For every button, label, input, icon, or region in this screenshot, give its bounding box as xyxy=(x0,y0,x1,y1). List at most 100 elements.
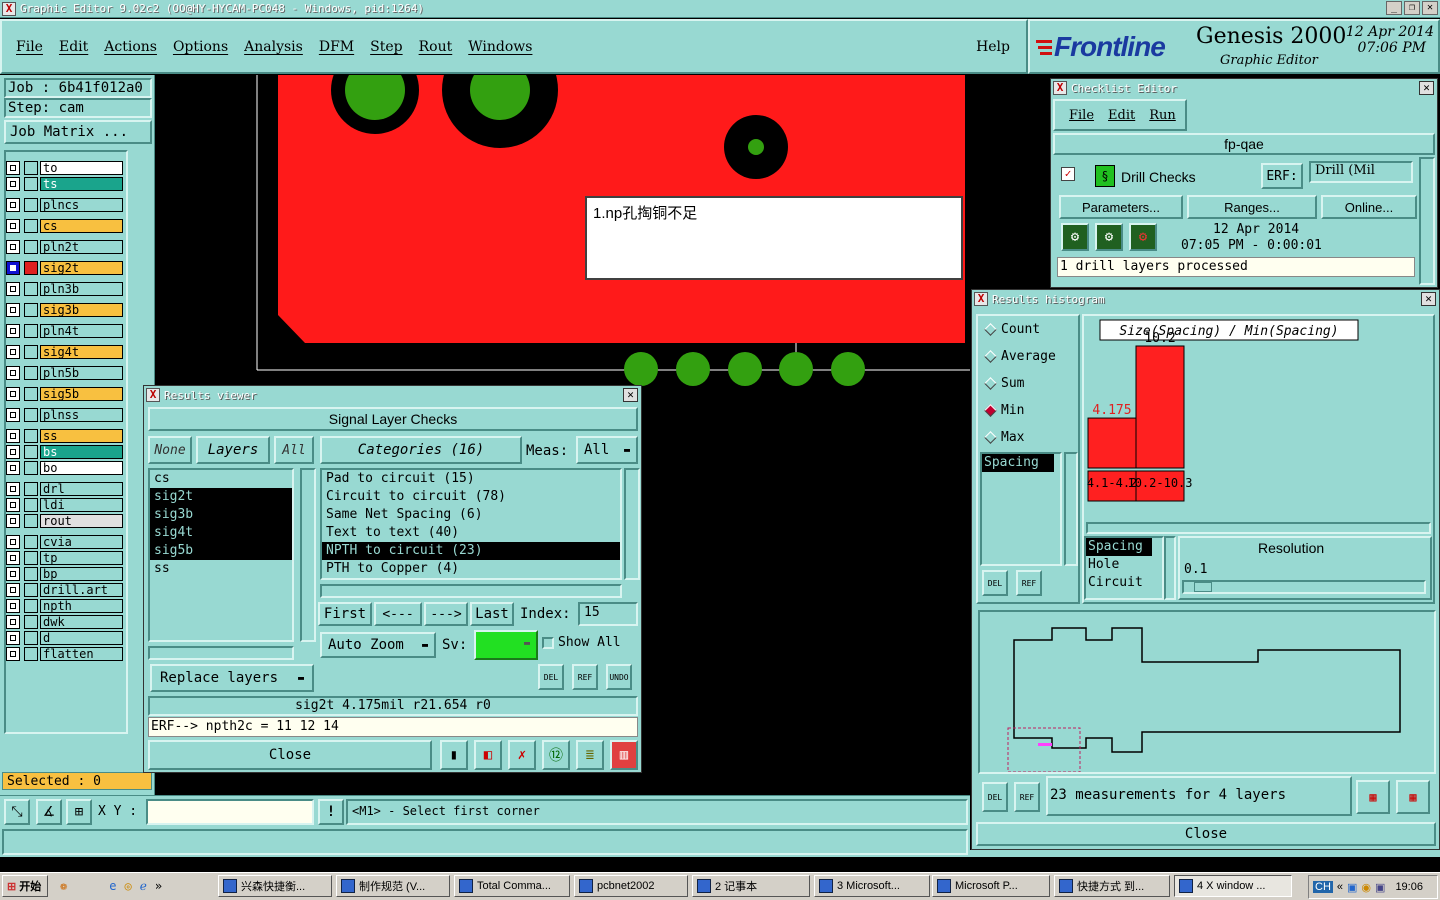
layer-row-npth[interactable]: npth xyxy=(6,598,123,613)
layer-row-drill.art[interactable]: drill.art xyxy=(6,582,123,597)
delete-results-icon[interactable]: ✗ xyxy=(508,740,536,770)
layer-name[interactable]: pln3b xyxy=(40,281,123,296)
checklist-vscroll[interactable] xyxy=(1419,157,1435,285)
restore-icon[interactable]: ❐ xyxy=(1404,1,1420,15)
list-item[interactable]: Spacing xyxy=(1086,538,1152,556)
layer-name[interactable]: plnss xyxy=(40,407,123,422)
layer-color-swatch[interactable] xyxy=(24,407,38,422)
layer-row-ts[interactable]: ts xyxy=(6,176,123,191)
list-item[interactable]: Text to text (40) xyxy=(322,524,620,542)
layer-name[interactable]: dwk xyxy=(40,614,123,629)
list-item[interactable]: Hole xyxy=(1086,556,1162,574)
layer-row-pln3b[interactable]: pln3b xyxy=(6,281,123,296)
del-icon[interactable]: DEL xyxy=(982,782,1008,812)
layer-visibility-checkbox[interactable] xyxy=(6,513,20,528)
layer-color-swatch[interactable] xyxy=(24,598,38,613)
ref-icon[interactable]: REF xyxy=(572,664,598,690)
layer-visibility-checkbox[interactable] xyxy=(6,582,20,597)
erf-field[interactable]: Drill (Mil xyxy=(1309,161,1413,183)
layer-chart-icon[interactable]: ▮ xyxy=(440,740,468,770)
list-item[interactable]: Circuit to circuit (78) xyxy=(322,488,620,506)
layer-color-swatch[interactable] xyxy=(24,386,38,401)
layer-color-swatch[interactable] xyxy=(24,176,38,191)
list-item[interactable]: Spacing xyxy=(982,454,1054,472)
layer-name[interactable]: cvia xyxy=(40,534,123,549)
layer-color-swatch[interactable] xyxy=(24,239,38,254)
layer-name[interactable]: ts xyxy=(40,176,123,191)
list-item[interactable]: PTH to Copper (4) xyxy=(322,560,620,578)
layer-color-swatch[interactable] xyxy=(24,566,38,581)
layer-row-cvia[interactable]: cvia xyxy=(6,534,123,549)
layer-name[interactable]: cs xyxy=(40,218,123,233)
layer-visibility-checkbox[interactable] xyxy=(6,614,20,629)
results-layer-list[interactable]: cs sig2t sig3b sig4t sig5b ss xyxy=(148,468,294,642)
list-item[interactable]: cs xyxy=(150,470,292,488)
layer-visibility-checkbox[interactable] xyxy=(6,176,20,191)
layer-row-plnss[interactable]: plnss xyxy=(6,407,123,422)
taskbar-item[interactable]: pcbnet2002 xyxy=(574,875,688,897)
categories-vscroll[interactable] xyxy=(624,468,640,580)
close-button[interactable]: Close xyxy=(148,740,432,770)
layer-visibility-checkbox[interactable] xyxy=(6,302,20,317)
layer-visibility-checkbox[interactable] xyxy=(6,481,20,496)
layer-name[interactable]: sig3b xyxy=(40,302,123,317)
close-icon[interactable]: ✕ xyxy=(1419,81,1434,95)
histogram-icon[interactable]: ▥ xyxy=(610,740,638,770)
layer-name[interactable]: sig2t xyxy=(40,260,123,275)
menu-rout[interactable]: Rout xyxy=(419,39,453,55)
volume-icon[interactable]: ◉ xyxy=(1361,881,1371,894)
categories-list[interactable]: Pad to circuit (15) Circuit to circuit (7… xyxy=(320,468,622,580)
list-item[interactable]: ss xyxy=(150,560,292,578)
replace-layers-dropdown[interactable]: Replace layers ▬ xyxy=(150,664,314,692)
layer-visibility-checkbox[interactable] xyxy=(6,646,20,661)
layer-color-swatch[interactable] xyxy=(24,534,38,549)
layer-name[interactable]: flatten xyxy=(40,646,123,661)
layer-visibility-checkbox[interactable] xyxy=(6,281,20,296)
layer-name[interactable]: bs xyxy=(40,444,123,459)
layer-row-bs[interactable]: bs xyxy=(6,444,123,459)
histogram-type-list[interactable]: Spacing Hole Circuit xyxy=(1084,536,1164,600)
layer-color-swatch[interactable] xyxy=(24,302,38,317)
layer-visibility-checkbox[interactable] xyxy=(6,534,20,549)
layer-row-flatten[interactable]: flatten xyxy=(6,646,123,661)
layer-row-ss[interactable]: ss xyxy=(6,428,123,443)
taskbar-item[interactable]: 2 记事本 xyxy=(692,875,810,897)
option-average-radio[interactable]: Average xyxy=(980,343,1056,370)
layer-color-swatch[interactable] xyxy=(24,460,38,475)
layer-name[interactable]: rout xyxy=(40,513,123,528)
layer-visibility-checkbox[interactable] xyxy=(6,323,20,338)
numbered-list-icon[interactable]: ⑫ xyxy=(542,740,570,770)
layer-color-swatch[interactable] xyxy=(24,582,38,597)
histogram-bar[interactable] xyxy=(1087,417,1137,469)
layer-visibility-checkbox[interactable] xyxy=(6,566,20,581)
menu-file[interactable]: File xyxy=(16,39,43,55)
run-check-icon[interactable]: ⚙ xyxy=(1129,223,1157,251)
none-button[interactable]: None xyxy=(148,436,192,464)
layer-name[interactable]: npth xyxy=(40,598,123,613)
resolution-slider[interactable] xyxy=(1182,580,1426,594)
ie-icon[interactable]: e xyxy=(109,879,116,893)
layer-color-swatch[interactable] xyxy=(24,630,38,645)
layer-row-pln5b[interactable]: pln5b xyxy=(6,365,123,380)
checklist-menu-edit[interactable]: Edit xyxy=(1108,108,1135,123)
layer-color-swatch[interactable] xyxy=(24,444,38,459)
layer-row-dwk[interactable]: dwk xyxy=(6,614,123,629)
layer-color-swatch[interactable] xyxy=(24,550,38,565)
chart-view-icon[interactable]: ▦ xyxy=(1356,780,1390,814)
record-icon[interactable]: ◧ xyxy=(474,740,502,770)
layer-name[interactable]: pln2t xyxy=(40,239,123,254)
severity-dropdown[interactable]: ▬ xyxy=(474,630,538,660)
histogram-bar[interactable] xyxy=(1135,345,1185,469)
run-check-icon[interactable]: ⚙ xyxy=(1061,223,1089,251)
histogram-list-vscroll[interactable] xyxy=(1064,452,1078,566)
job-matrix-button[interactable]: Job Matrix ... xyxy=(4,120,152,144)
layer-color-swatch[interactable] xyxy=(24,428,38,443)
tray-app-icon[interactable]: ▣ xyxy=(1375,881,1385,894)
layer-row-drl[interactable]: drl xyxy=(6,481,123,496)
checklist-menu-file[interactable]: File xyxy=(1069,108,1094,123)
checklist-menu-run[interactable]: Run xyxy=(1149,108,1176,123)
option-max-radio[interactable]: Max xyxy=(980,424,1056,451)
slider-thumb[interactable] xyxy=(1194,582,1212,592)
run-check-icon[interactable]: ⚙ xyxy=(1095,223,1123,251)
layer-visibility-checkbox[interactable] xyxy=(6,160,20,175)
